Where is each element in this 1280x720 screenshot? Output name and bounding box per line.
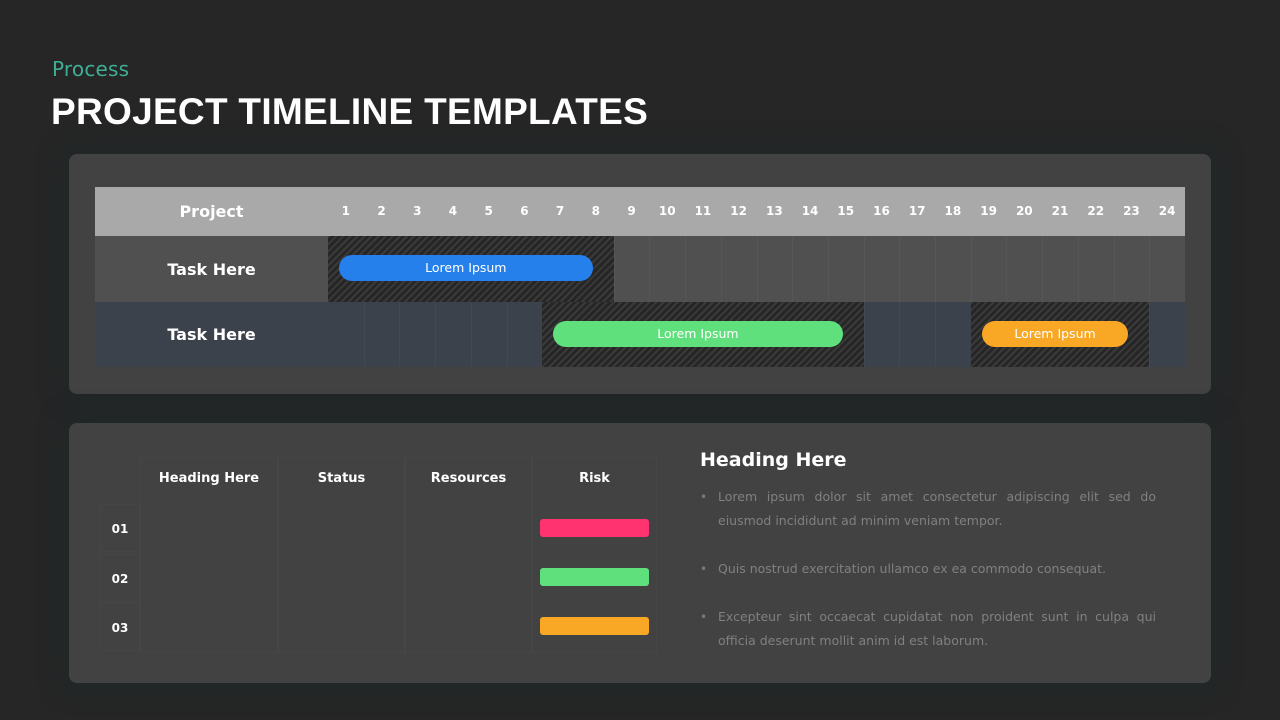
day-label: 5 xyxy=(484,204,493,218)
grid-line xyxy=(1078,236,1079,302)
note-text: Excepteur sint occaecat cupidatat non pr… xyxy=(718,609,1156,648)
grid-line xyxy=(1149,236,1150,302)
note-item: • Lorem ipsum dolor sit amet consectetur … xyxy=(700,485,1156,533)
grid-line xyxy=(899,302,900,367)
day-label: 12 xyxy=(730,204,747,218)
risk-indicator xyxy=(540,568,649,586)
task-bar[interactable]: Lorem Ipsum xyxy=(981,321,1129,347)
note-text: Lorem ipsum dolor sit amet consectetur a… xyxy=(718,489,1156,528)
header-resources: Resources xyxy=(430,471,507,486)
row-number: 02 xyxy=(100,554,140,602)
grid-line xyxy=(1042,236,1043,302)
risk-indicator xyxy=(540,519,649,537)
grid-line xyxy=(935,302,936,367)
gantt-chart: Project 1 2 3 4 5 6 7 8 9 10 11 12 13 14 15 16 17 18 19 20 2… xyxy=(95,187,1185,367)
day-label: 18 xyxy=(944,204,962,218)
grid-line xyxy=(685,236,686,302)
day-label: 20 xyxy=(1015,204,1033,218)
grid-line xyxy=(828,236,829,302)
gantt-header: Project 1 2 3 4 5 6 7 8 9 10 11 12 13 14 15 16 17 18 19 20 2… xyxy=(95,187,1185,236)
day-label: 3 xyxy=(413,204,422,218)
notes-section: Heading Here • Lorem ipsum dolor sit amet… xyxy=(700,449,1156,677)
row-number: 03 xyxy=(100,603,140,651)
bullet-icon: • xyxy=(700,610,708,624)
grid-line xyxy=(649,236,650,302)
day-label: 19 xyxy=(980,204,997,218)
subtitle: Process xyxy=(52,57,130,81)
risk-indicator xyxy=(540,617,649,635)
day-label: 23 xyxy=(1123,204,1140,218)
grid-line xyxy=(935,236,936,302)
grid-line xyxy=(864,302,865,367)
timeline-panel: Project 1 2 3 4 5 6 7 8 9 10 11 12 13 14 15 16 17 18 19 20 2… xyxy=(69,154,1211,394)
day-label: 6 xyxy=(520,204,529,218)
grid-line xyxy=(1006,236,1007,302)
header-status: Status xyxy=(317,471,366,486)
task-label: Task Here xyxy=(167,325,256,344)
note-item: • Excepteur sint occaecat cupidatat non p… xyxy=(700,605,1156,653)
grid-line xyxy=(364,302,365,367)
bullet-icon: • xyxy=(700,490,708,504)
grid-line xyxy=(792,236,793,302)
header-heading: Heading Here xyxy=(158,471,260,486)
page-title: PROJECT TIMELINE TEMPLATES xyxy=(51,91,649,132)
day-label: 4 xyxy=(448,204,458,218)
header-risk: Risk xyxy=(579,471,610,486)
day-label: 11 xyxy=(694,204,712,218)
day-label: 17 xyxy=(908,204,926,218)
grid-line xyxy=(399,302,400,367)
grid-line xyxy=(1114,236,1115,302)
task-bar[interactable]: Lorem Ipsum xyxy=(339,255,593,281)
task-bar[interactable]: Lorem Ipsum xyxy=(553,321,843,347)
task-track: Lorem Ipsum Lorem Ipsum xyxy=(328,302,1185,367)
grid-line xyxy=(1149,302,1150,367)
grid-line xyxy=(435,302,436,367)
bullet-icon: • xyxy=(700,562,708,576)
grid-line xyxy=(507,302,508,367)
day-label: 8 xyxy=(591,204,600,218)
day-label: 7 xyxy=(555,204,565,218)
grid-line xyxy=(721,236,722,302)
day-label: 9 xyxy=(627,204,636,218)
grid-line xyxy=(757,236,758,302)
day-label: 14 xyxy=(801,204,819,218)
task-row: Task Here Lorem Ipsum Lorem Ipsum xyxy=(95,302,1185,367)
day-label: 10 xyxy=(658,204,676,218)
notes-heading: Heading Here xyxy=(700,449,847,471)
day-label: 13 xyxy=(766,204,783,218)
grid-line xyxy=(614,236,615,302)
task-track: Lorem Ipsum xyxy=(328,236,1185,302)
day-label: 22 xyxy=(1087,204,1105,218)
day-label: 1 xyxy=(341,204,351,218)
note-item: • Quis nostrud exercitation ullamco ex ea… xyxy=(700,557,1156,581)
grid-line xyxy=(471,302,472,367)
grid-line xyxy=(864,236,865,302)
day-label: 16 xyxy=(873,204,890,218)
note-text: Quis nostrud exercitation ullamco ex ea … xyxy=(718,561,1107,576)
day-label: 15 xyxy=(837,204,855,218)
task-label: Task Here xyxy=(167,259,256,279)
task-row: Task Here Lorem Ipsum xyxy=(95,236,1185,302)
grid-line xyxy=(971,236,972,302)
row-number: 01 xyxy=(100,504,140,552)
details-panel: Heading Here Status Resources Risk 01 02… xyxy=(69,423,1211,683)
notes-list: • Lorem ipsum dolor sit amet consectetur … xyxy=(700,485,1156,653)
project-header: Project xyxy=(179,202,244,221)
day-label: 21 xyxy=(1051,204,1069,218)
day-header: 1 2 3 4 5 6 7 8 9 10 11 12 13 14 15 16 17 18 19 20 21 22 23 24 xyxy=(328,187,1185,236)
day-label: 2 xyxy=(377,204,386,218)
grid-line xyxy=(899,236,900,302)
day-label: 24 xyxy=(1158,204,1176,218)
